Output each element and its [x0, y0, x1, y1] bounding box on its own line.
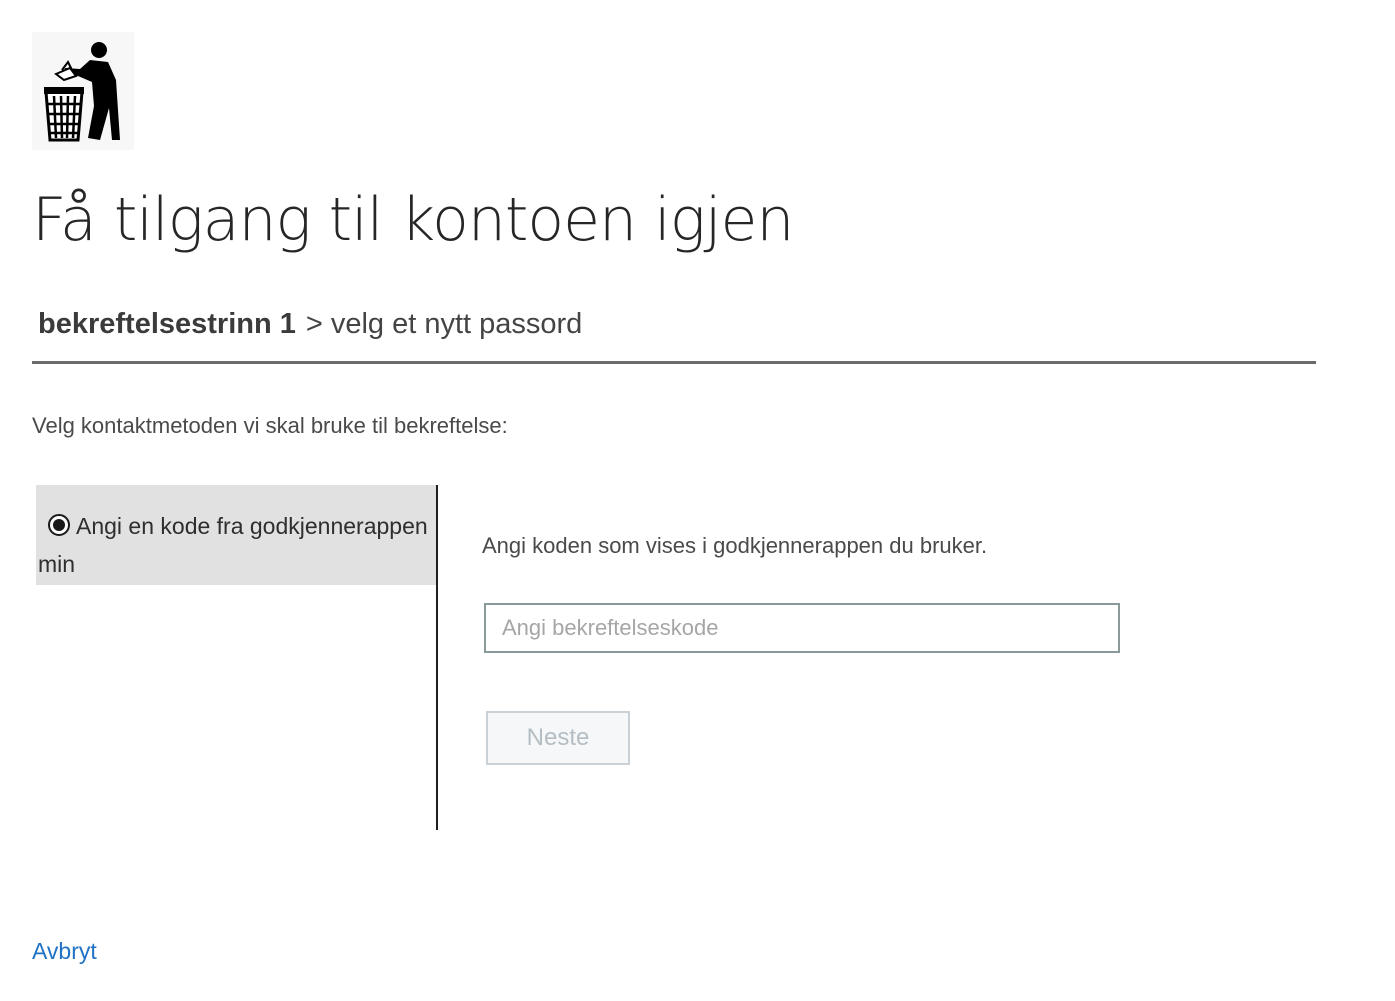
method-option-authenticator-app[interactable]: Angi en kode fra godkjennerappen min	[36, 485, 436, 585]
method-option-label: Angi en kode fra godkjennerappen min	[38, 513, 428, 577]
tidy-man-trash-icon	[32, 32, 134, 150]
step-separator: >	[305, 308, 323, 340]
cancel-link[interactable]: Avbryt	[32, 935, 97, 967]
method-prompt: Velg kontaktmetoden vi skal bruke til be…	[32, 413, 508, 438]
next-button[interactable]: Neste	[486, 711, 630, 765]
contact-method-list: Angi en kode fra godkjennerappen min	[36, 485, 438, 830]
current-step: bekreftelsestrinn 1	[38, 308, 296, 340]
code-instruction: Angi koden som vises i godkjennerappen d…	[482, 533, 988, 558]
step-divider	[32, 361, 1316, 364]
radio-selected-icon[interactable]	[48, 514, 70, 536]
next-step: velg et nytt passord	[330, 308, 583, 340]
page-title: Få tilgang til kontoen igjen	[32, 185, 794, 255]
verification-code-input[interactable]	[484, 603, 1120, 653]
step-breadcrumb: bekreftelsestrinn 1 > velg et nytt passord	[38, 304, 582, 344]
